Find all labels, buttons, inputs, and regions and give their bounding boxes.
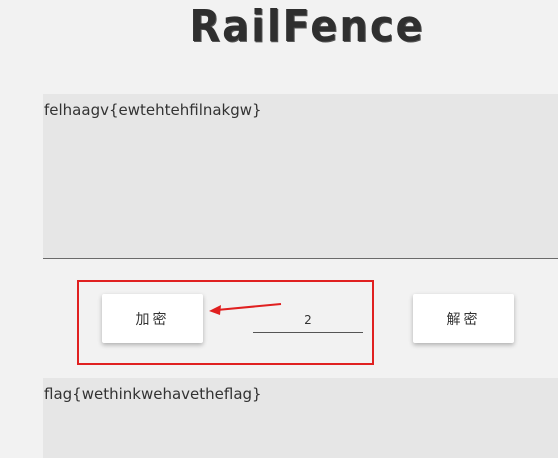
output-textarea[interactable]: flag{wethinkwehavetheflag} bbox=[43, 378, 558, 458]
input-textarea[interactable]: felhaagv{ewtehtehfilnakgw} bbox=[43, 94, 558, 259]
app-title: RailFence bbox=[0, 2, 558, 52]
app-title-text: RailFence bbox=[189, 2, 425, 52]
key-input[interactable]: 2 bbox=[253, 309, 363, 333]
encrypt-button[interactable]: 加密 bbox=[102, 294, 203, 343]
decrypt-button[interactable]: 解密 bbox=[413, 294, 514, 343]
